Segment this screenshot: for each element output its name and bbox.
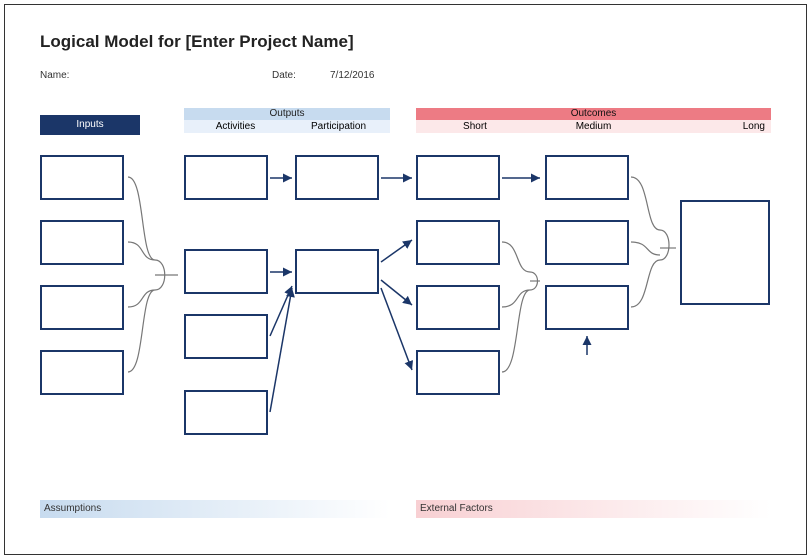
title-placeholder[interactable]: [Enter Project Name] xyxy=(185,32,353,51)
input-box-1[interactable] xyxy=(40,155,124,200)
short-box-4[interactable] xyxy=(416,350,500,395)
name-label: Name: xyxy=(40,70,69,81)
header-activities: Activities xyxy=(184,120,287,133)
header-medium: Medium xyxy=(534,120,653,133)
medium-box-1[interactable] xyxy=(545,155,629,200)
input-box-3[interactable] xyxy=(40,285,124,330)
header-short: Short xyxy=(416,120,534,133)
activity-box-4[interactable] xyxy=(184,390,268,435)
title-prefix: Logical Model for xyxy=(40,32,185,51)
header-outputs: Outputs xyxy=(184,108,390,120)
page-title: Logical Model for [Enter Project Name] xyxy=(40,32,354,52)
input-box-2[interactable] xyxy=(40,220,124,265)
short-box-3[interactable] xyxy=(416,285,500,330)
header-outcomes: Outcomes xyxy=(416,108,771,120)
short-box-1[interactable] xyxy=(416,155,500,200)
long-box-1[interactable] xyxy=(680,200,770,305)
assumptions-section[interactable]: Assumptions xyxy=(40,500,390,518)
date-label: Date: xyxy=(272,70,296,81)
participation-box-1[interactable] xyxy=(295,155,379,200)
meta-row: Name: Date: 7/12/2016 xyxy=(40,70,69,81)
input-box-4[interactable] xyxy=(40,350,124,395)
external-factors-section[interactable]: External Factors xyxy=(416,500,771,518)
header-participation: Participation xyxy=(287,120,390,133)
participation-box-2[interactable] xyxy=(295,249,379,294)
short-box-2[interactable] xyxy=(416,220,500,265)
header-inputs: Inputs xyxy=(40,115,140,135)
activity-box-1[interactable] xyxy=(184,155,268,200)
medium-box-3[interactable] xyxy=(545,285,629,330)
activity-box-2[interactable] xyxy=(184,249,268,294)
header-long: Long xyxy=(653,120,771,133)
date-value: 7/12/2016 xyxy=(330,70,375,81)
medium-box-2[interactable] xyxy=(545,220,629,265)
activity-box-3[interactable] xyxy=(184,314,268,359)
